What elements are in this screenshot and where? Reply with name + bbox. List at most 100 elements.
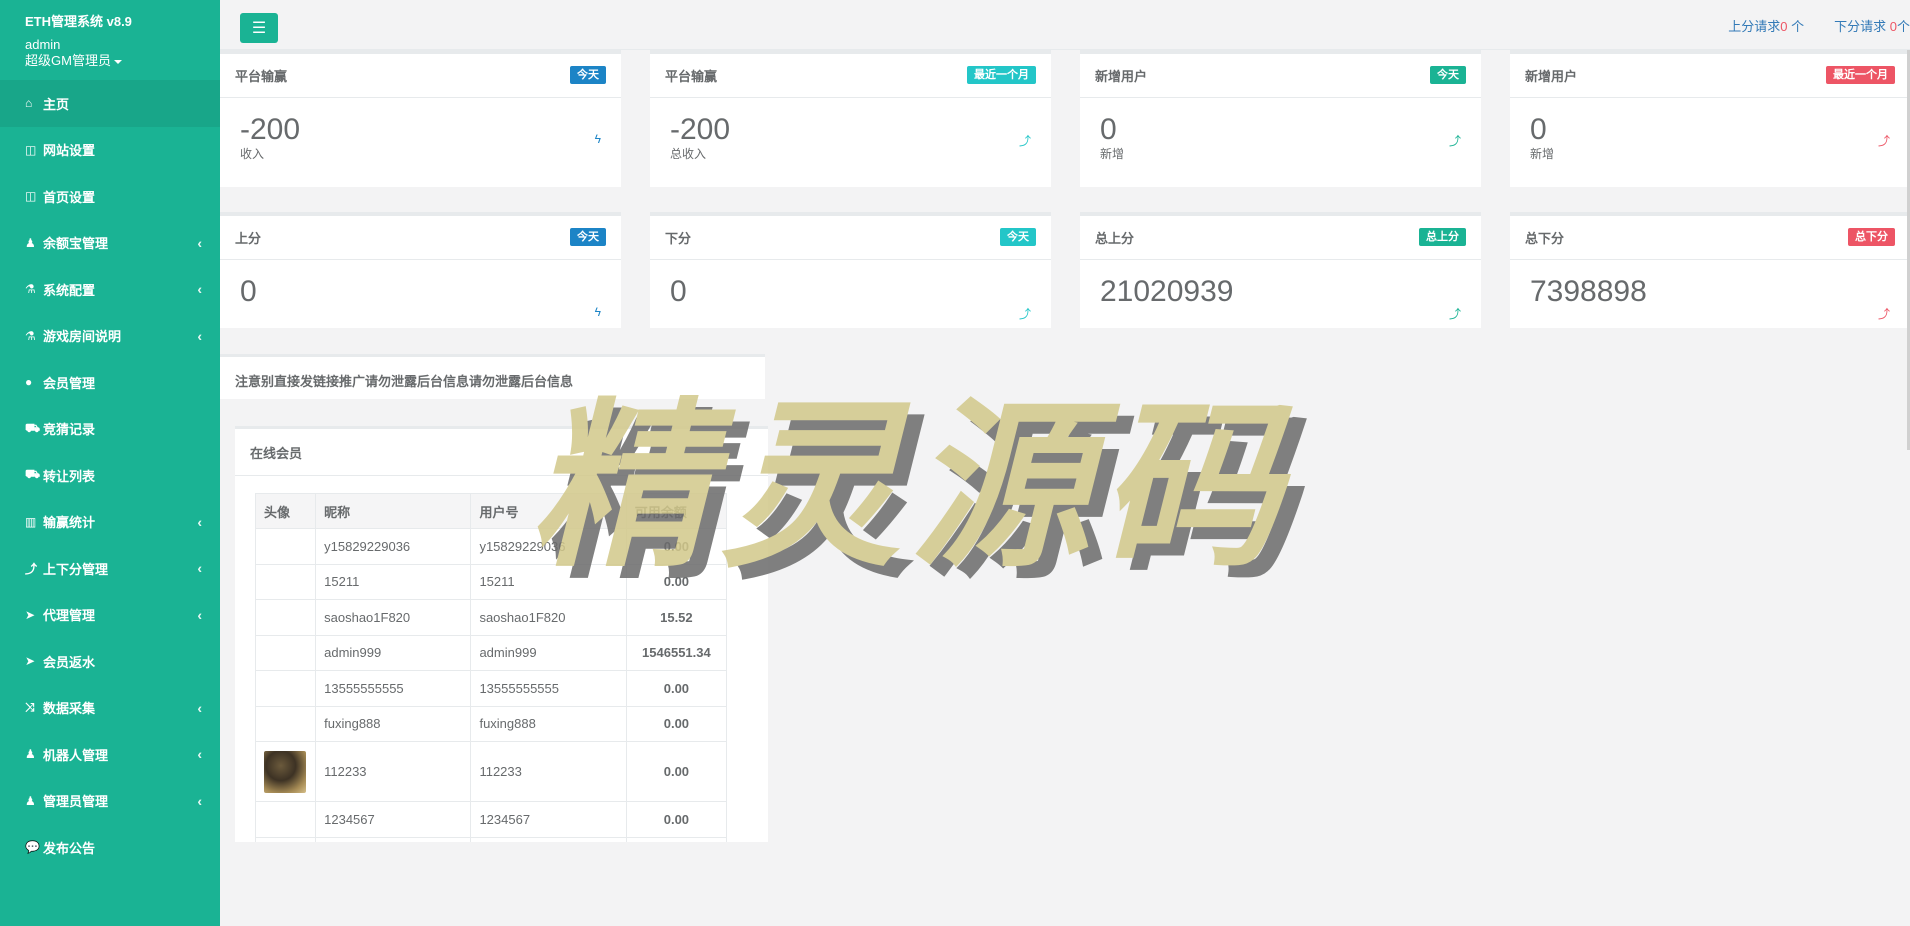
level-up-icon: ⤴: [25, 561, 38, 576]
sidebar-item-label: 上下分管理: [43, 561, 109, 577]
userid-cell: 15211: [470, 563, 627, 600]
sidebar-item-6[interactable]: ● 会员管理: [0, 359, 220, 406]
stat-badge: 今天: [570, 228, 606, 246]
stat-value: -200: [240, 113, 301, 146]
topbar: ☰ 上分请求0 个 下分请求 0个: [220, 0, 1910, 50]
stat-panel: 上分 今天 0 ϟ: [220, 212, 621, 328]
male-icon: ♟: [25, 793, 36, 808]
stat-panel: 新增用户 最近一个月 0 新增 ⤴: [1510, 50, 1910, 187]
stat-content: -200 总收入 ⤴: [650, 98, 1051, 161]
stat-content: -200 收入 ϟ: [220, 98, 621, 161]
stat-badge: 今天: [1000, 228, 1036, 246]
online-members-table: 头像 昵称 用户号 可用余额 y15829229036 y15829229036 0…: [254, 493, 728, 842]
sidebar-item-label: 代理管理: [43, 608, 96, 624]
up-request-link[interactable]: 上分请求0 个: [1728, 16, 1804, 35]
random-icon: ⤨: [25, 700, 35, 715]
userid-cell: 112233: [470, 741, 627, 802]
down-request-link[interactable]: 下分请求 0个: [1834, 16, 1910, 35]
nickname-cell: y15829229036: [315, 528, 472, 565]
male-icon: ♟: [25, 747, 36, 762]
car-icon: ⛟: [25, 420, 41, 435]
stat-title: 上分: [235, 231, 262, 246]
stat-panel: 下分 今天 0 ⤴: [650, 212, 1051, 328]
sidebar-item-label: 会员管理: [43, 375, 96, 391]
stat-trend-icon: ϟ: [594, 132, 601, 146]
balance-cell: 0.00: [625, 741, 728, 802]
stat-badge: 最近一个月: [1826, 66, 1895, 84]
sidebar-item-label: 竞猜记录: [43, 422, 96, 438]
stat-panel: 总下分 总下分 7398898 ⤴: [1510, 212, 1910, 328]
sidebar-item-1[interactable]: ◫ 网站设置: [0, 127, 220, 174]
avatar-cell: [254, 705, 317, 742]
sidebar-item-3[interactable]: ♟ 余额宝管理 ‹: [0, 220, 220, 267]
stat-value: 0: [670, 275, 687, 308]
username: admin: [25, 37, 61, 52]
nickname-cell: 112233: [315, 741, 472, 802]
stat-value: 21020939: [1100, 275, 1234, 308]
stat-trend-icon: ⤴: [1877, 307, 1890, 321]
sidebar-item-11[interactable]: ➤ 代理管理 ‹: [0, 592, 220, 639]
table-row: saoshao1F820 saoshao1F820 15.52: [254, 599, 728, 636]
balance-cell: 0.00: [625, 705, 728, 742]
table-row: admin999 admin999 1546551.34: [254, 634, 728, 671]
table-row: [254, 836, 728, 842]
menu-toggle-button[interactable]: ☰: [240, 13, 278, 43]
chevron-left-icon: ‹: [197, 560, 202, 577]
userid-cell: fuxing888: [470, 705, 627, 742]
sidebar-item-12[interactable]: ➤ 会员返水: [0, 638, 220, 685]
avatar-cell: [254, 599, 317, 636]
chevron-left-icon: ‹: [197, 281, 202, 298]
sidebar-item-5[interactable]: ⚗ 游戏房间说明 ‹: [0, 313, 220, 360]
paper-plane-icon: ➤: [25, 607, 36, 622]
user-icon: ●: [25, 375, 33, 390]
chevron-left-icon: ‹: [197, 513, 202, 530]
sidebar-item-9[interactable]: ▥ 输赢统计 ‹: [0, 499, 220, 546]
sidebar-item-label: 数据采集: [43, 701, 96, 717]
role-dropdown[interactable]: 超级GM管理员: [25, 53, 220, 69]
stat-title-bar: 下分 今天: [650, 216, 1051, 260]
stat-trend-icon: ⤴: [1448, 134, 1461, 148]
stat-panel: 平台输赢 今天 -200 收入 ϟ: [220, 50, 621, 187]
sidebar-item-label: 游戏房间说明: [43, 329, 122, 345]
nickname-cell: 13555555555: [315, 670, 472, 707]
stat-subtext: 新增: [1100, 147, 1125, 161]
stat-title-bar: 平台输赢 今天: [220, 54, 621, 98]
avatar-cell: [254, 741, 317, 802]
header-balance: 可用余额: [625, 493, 728, 529]
sidebar-item-15[interactable]: ♟ 管理员管理 ‹: [0, 778, 220, 825]
car-icon: ⛟: [25, 467, 41, 482]
sidebar-item-2[interactable]: ◫ 首页设置: [0, 173, 220, 220]
sidebar-item-label: 首页设置: [43, 189, 96, 205]
sidebar-item-4[interactable]: ⚗ 系统配置 ‹: [0, 266, 220, 313]
table-row: 112233 112233 0.00: [254, 741, 728, 802]
table-row: 1234567 1234567 0.00: [254, 801, 728, 838]
sidebar-item-13[interactable]: ⤨ 数据采集 ‹: [0, 685, 220, 732]
avatar-cell: [254, 634, 317, 671]
home-icon: ⌂: [25, 96, 33, 111]
sidebar-item-14[interactable]: ♟ 机器人管理 ‹: [0, 731, 220, 778]
sidebar-item-7[interactable]: ⛟ 竞猜记录: [0, 406, 220, 453]
userid-cell: admin999: [470, 634, 627, 671]
male-icon: ♟: [25, 235, 36, 250]
sidebar-item-0[interactable]: ⌂ 主页: [0, 80, 220, 127]
system-name: ETH管理系统 v8.9: [25, 14, 132, 29]
stat-badge: 总上分: [1419, 228, 1466, 246]
stat-title: 新增用户: [1525, 69, 1578, 84]
comment-icon: 💬: [25, 840, 40, 855]
sidebar-item-10[interactable]: ⤴ 上下分管理 ‹: [0, 545, 220, 592]
balance-cell: 15.52: [625, 599, 728, 636]
sidebar-item-16[interactable]: 💬 发布公告: [0, 824, 220, 871]
stat-title-bar: 平台输赢 最近一个月: [650, 54, 1051, 98]
flask-icon: ⚗: [25, 282, 36, 297]
stat-title: 总下分: [1525, 231, 1565, 246]
stat-value: -200: [670, 113, 731, 146]
sidebar-nav: ⌂ 主页 ◫ 网站设置 ◫ 首页设置 ♟ 余额宝管理 ‹ ⚗ 系统配置 ‹ ⚗ 游戏房间说明 ‹ ● 会员管理 ⛟…: [0, 80, 220, 871]
stat-title-bar: 新增用户 最近一个月: [1510, 54, 1910, 98]
online-members-panel: 在线会员 头像 昵称 用户号 可用余额 y15829229036 y1582922…: [235, 426, 768, 842]
sidebar-item-8[interactable]: ⛟ 转让列表: [0, 452, 220, 499]
avatar-cell: [254, 528, 317, 565]
sidebar-item-label: 网站设置: [43, 143, 96, 159]
sidebar-item-label: 主页: [43, 96, 70, 112]
request-counters: 上分请求0 个 下分请求 0个: [1728, 16, 1910, 35]
stat-subtext: 新增: [1530, 147, 1555, 161]
